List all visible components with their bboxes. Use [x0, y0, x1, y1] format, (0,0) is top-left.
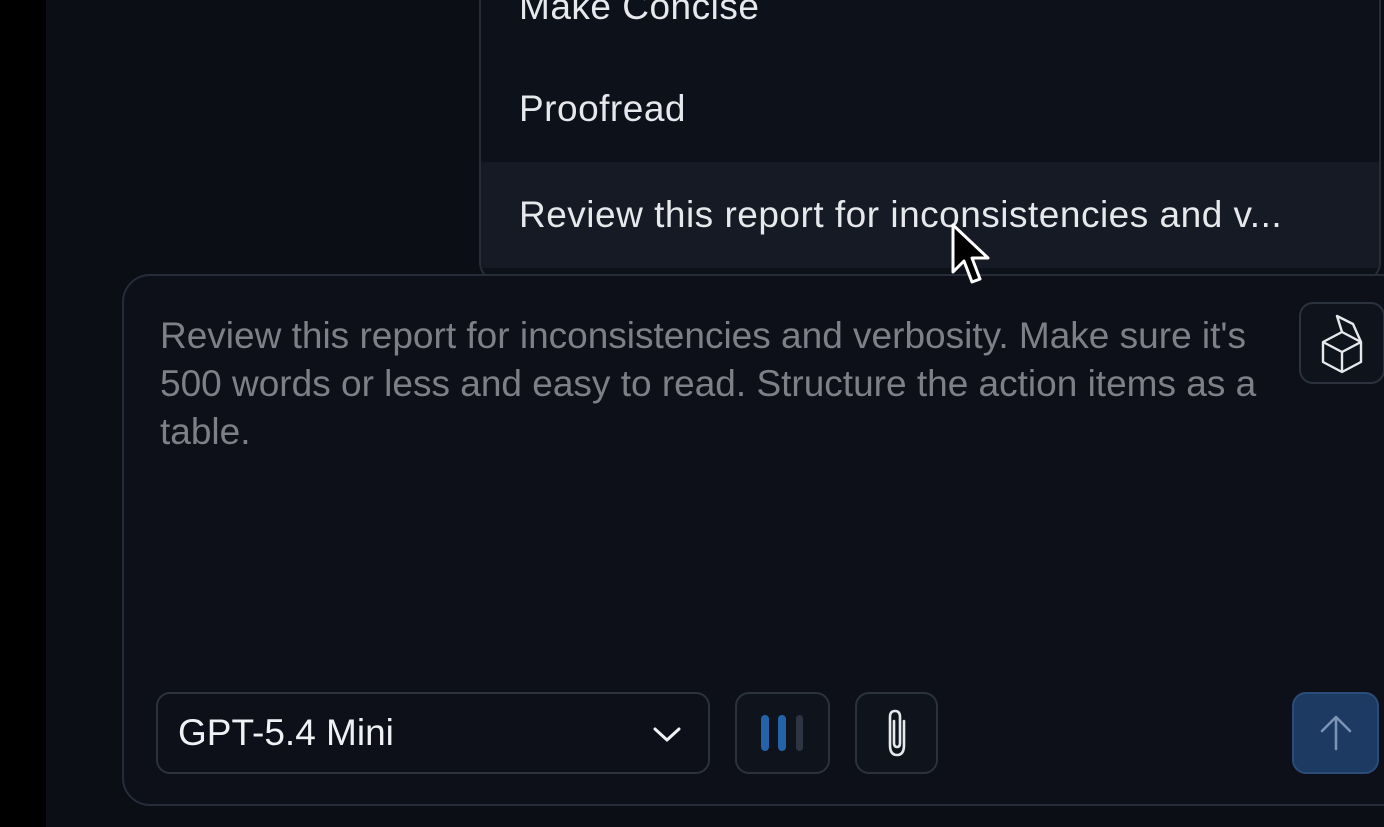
- prompt-input[interactable]: [160, 312, 1270, 672]
- voice-input-button[interactable]: [735, 692, 830, 774]
- menu-item-review-report[interactable]: Review this report for inconsistencies a…: [481, 162, 1379, 268]
- model-select[interactable]: GPT-5.4 Mini: [156, 692, 710, 774]
- cube-icon: [1321, 314, 1363, 374]
- voice-bars-icon: [760, 715, 803, 751]
- prompt-suggestions-menu: Make Concise Proofread Review this repor…: [479, 0, 1381, 281]
- chat-composer: GPT-5.4 Mini: [122, 274, 1384, 806]
- model-select-value: GPT-5.4 Mini: [178, 712, 394, 753]
- menu-item-label: Proofread: [519, 88, 686, 129]
- arrow-up-icon: [1320, 715, 1351, 751]
- menu-item-make-concise[interactable]: Make Concise: [481, 0, 1379, 60]
- chevron-down-icon: [653, 727, 681, 742]
- prompt-library-button[interactable]: [1299, 302, 1384, 384]
- menu-item-proofread[interactable]: Proofread: [481, 56, 1379, 162]
- menu-item-label: Make Concise: [519, 0, 760, 27]
- send-button[interactable]: [1292, 692, 1379, 774]
- attach-file-button[interactable]: [855, 692, 938, 774]
- app-window: Make Concise Proofread Review this repor…: [46, 0, 1384, 827]
- menu-item-label: Review this report for inconsistencies a…: [519, 194, 1283, 235]
- paperclip-icon: [888, 709, 905, 757]
